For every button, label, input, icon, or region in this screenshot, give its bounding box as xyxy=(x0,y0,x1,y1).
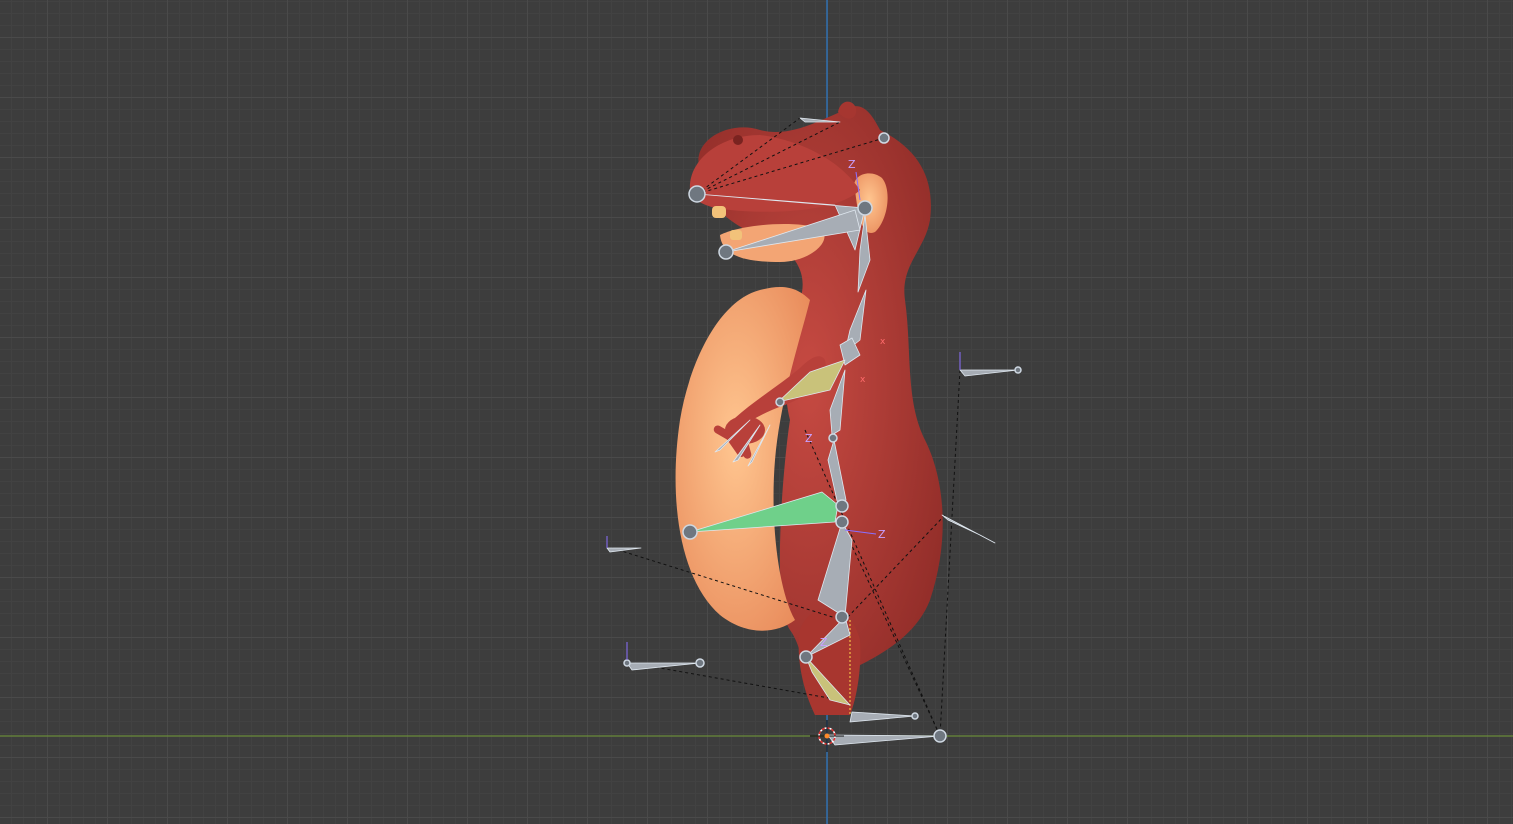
bone-foot[interactable] xyxy=(849,711,916,723)
joint-heel[interactable] xyxy=(933,729,947,743)
joint-knee-pole[interactable] xyxy=(695,658,705,668)
joint-spine[interactable] xyxy=(828,433,838,443)
joint-pelvis[interactable] xyxy=(835,499,849,513)
3d-cursor[interactable] xyxy=(810,720,844,752)
3d-viewport[interactable]: Z Z Z Z x x xyxy=(0,0,1513,824)
bone-tail[interactable] xyxy=(941,514,996,544)
hippo-tooth-lower xyxy=(730,230,742,240)
joint-shin[interactable] xyxy=(799,650,813,664)
joint-elbow[interactable] xyxy=(775,397,785,407)
joint-pelvis-2[interactable] xyxy=(835,515,849,529)
hippo-tooth-upper xyxy=(712,206,726,218)
joint-hip[interactable] xyxy=(682,524,698,540)
axis-x-label-arm: x xyxy=(860,375,866,385)
scene-canvas[interactable]: Z Z Z Z x x xyxy=(0,0,1513,824)
joint-eye[interactable] xyxy=(878,132,890,144)
joint-back-pole[interactable] xyxy=(1014,366,1022,374)
joint-jaw[interactable] xyxy=(718,244,734,260)
joint-head[interactable] xyxy=(857,200,873,216)
axis-z-label-knee: Z xyxy=(820,636,828,649)
axis-x-label-chest: x xyxy=(880,337,886,347)
bone-pole-back[interactable] xyxy=(959,369,1019,377)
joint-toe[interactable] xyxy=(911,712,919,720)
joint-front-pole[interactable] xyxy=(623,659,631,667)
axis-z-label-hip: Z xyxy=(878,528,886,541)
hippo-character-mesh[interactable] xyxy=(675,101,943,715)
bone-heel-ik[interactable] xyxy=(827,734,941,746)
joint-snout[interactable] xyxy=(688,185,706,203)
hippo-nostril xyxy=(733,135,743,145)
joint-knee[interactable] xyxy=(835,610,849,624)
axis-z-label-head: Z xyxy=(848,158,856,171)
axis-z-label-spine: Z xyxy=(805,432,813,445)
